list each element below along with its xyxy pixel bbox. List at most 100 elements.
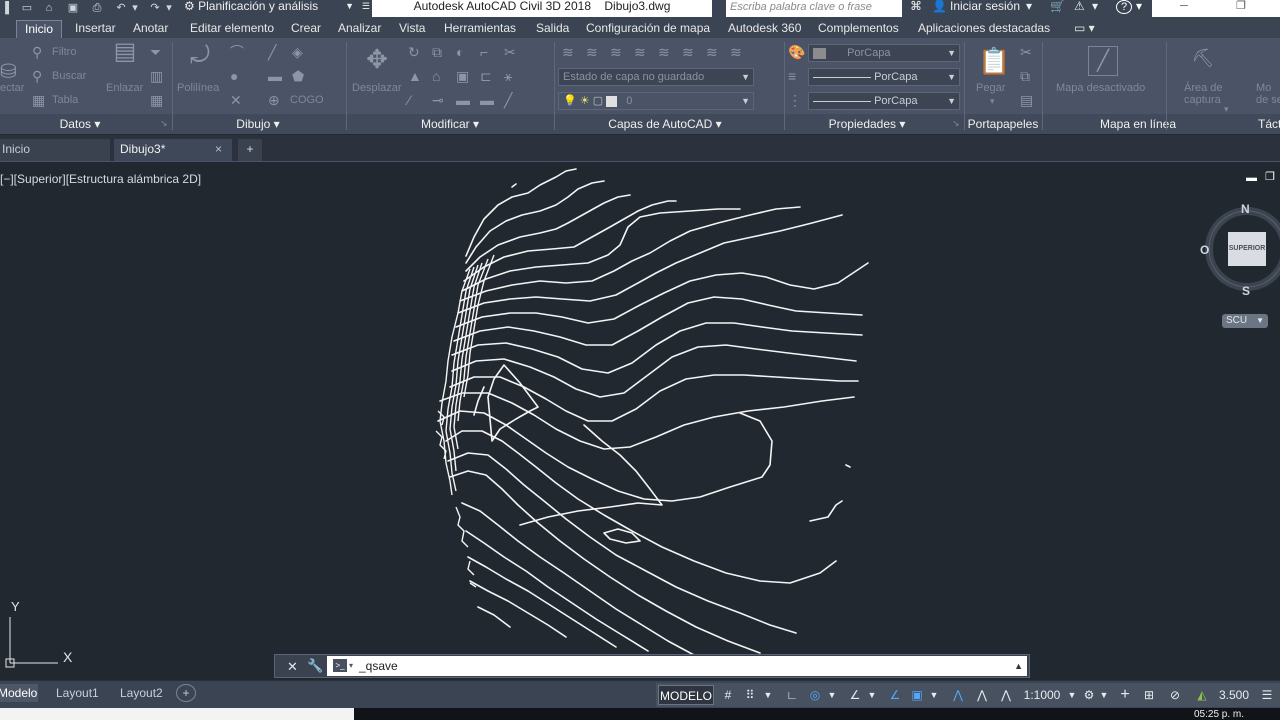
layer-icon-4[interactable]: ≋ <box>634 44 646 60</box>
help-chevron-icon[interactable]: ▾ <box>1136 0 1142 13</box>
panel-title-dibujo[interactable]: Dibujo ▾ <box>200 116 316 132</box>
break-icon[interactable]: ▬ <box>456 92 470 108</box>
annotation-monitor-icon[interactable]: + <box>1116 685 1134 705</box>
captura-chevron-icon[interactable]: ▾ <box>1224 104 1229 115</box>
annotation-visibility-icon[interactable]: ⋀ <box>948 685 968 705</box>
trim-icon[interactable]: ✂ <box>504 44 516 60</box>
compass-north[interactable]: N <box>1241 202 1250 216</box>
lengthen-icon[interactable]: ╱ <box>504 92 512 108</box>
copy-base-icon[interactable]: ▤ <box>1020 92 1033 108</box>
undo-dropdown-icon[interactable]: ▾ <box>128 1 142 15</box>
copy-clip-icon[interactable]: ⧉ <box>1020 68 1030 84</box>
application-menu-icon[interactable]: ▌ <box>2 1 16 15</box>
panel-title-datos[interactable]: Datos ▾ <box>20 116 140 132</box>
fillet-icon[interactable]: ⌐ <box>480 44 488 60</box>
undo-icon[interactable]: ↶ <box>114 1 128 15</box>
tab-configuracion-de-mapa[interactable]: Configuración de mapa <box>586 20 710 38</box>
osnap-tracking-chevron-icon[interactable]: ▼ <box>866 685 878 705</box>
command-prompt-icon[interactable]: >_ <box>333 659 347 672</box>
workspace-selector[interactable]: ⚙ Planificación y análisis ▼ ☰ <box>180 0 372 17</box>
paste-icon[interactable]: 📋 <box>978 46 1010 76</box>
customization-icon[interactable]: ☰ <box>1258 685 1276 705</box>
object-snap-tracking-icon[interactable]: ∠ <box>846 685 864 705</box>
scale-icon[interactable]: ⌂ <box>432 68 440 84</box>
layer-icon-7[interactable]: ≋ <box>706 44 718 60</box>
stretch-icon[interactable]: ▲ <box>408 68 422 84</box>
redo-dropdown-icon[interactable]: ▾ <box>162 1 176 15</box>
panel-title-capas[interactable]: Capas de AutoCAD ▾ <box>600 116 730 132</box>
object-snap-icon[interactable]: ▣ <box>908 685 926 705</box>
command-history-chevron-icon[interactable]: ▾ <box>349 656 353 676</box>
join-icon[interactable]: ⊸ <box>432 92 444 108</box>
command-input[interactable]: >_ ▾ _qsave ▲ <box>327 656 1027 676</box>
add-layout-icon[interactable]: + <box>176 684 196 702</box>
panel-title-mapa[interactable]: Mapa en línea <box>1080 116 1196 132</box>
tab-analizar[interactable]: Analizar <box>338 20 381 38</box>
filter-icon[interactable]: ⚲ <box>32 44 42 60</box>
snap-chevron-icon[interactable]: ▼ <box>762 685 774 705</box>
data-icon-2[interactable]: ▥ <box>150 68 163 84</box>
linetype-dropdown[interactable]: PorCapa ▼ <box>808 68 960 86</box>
restore-window-icon[interactable]: ❐ <box>1236 0 1246 13</box>
compass-west[interactable]: O <box>1200 243 1209 257</box>
taskbar-search[interactable] <box>0 708 354 720</box>
link-icon[interactable]: ▤ <box>112 40 138 64</box>
ribbon-toggle-icon[interactable]: ▭ ▾ <box>1074 20 1095 38</box>
panel-title-propiedades[interactable]: Propiedades ▾ <box>812 116 922 132</box>
isolate-objects-icon[interactable]: ⊘ <box>1166 685 1184 705</box>
capture-area-icon[interactable]: ⛏ <box>1190 49 1216 67</box>
extend-icon[interactable]: ⁄ <box>408 92 410 108</box>
layer-icon-8[interactable]: ≋ <box>730 44 742 60</box>
tab-crear[interactable]: Crear <box>291 20 321 38</box>
binoculars-icon[interactable]: ⌘ <box>910 0 922 13</box>
polar-tracking-icon[interactable]: ◎ <box>806 685 824 705</box>
tab-autodesk-360[interactable]: Autodesk 360 <box>728 20 801 38</box>
tab-aplicaciones-destacadas[interactable]: Aplicaciones destacadas <box>918 20 1050 38</box>
drawing-canvas[interactable]: [−][Superior][Estructura alámbrica 2D] ▬… <box>0 161 1280 680</box>
lineweight-icon[interactable]: ⋮ <box>788 92 802 108</box>
funnel-icon[interactable]: ⏷ <box>150 44 161 60</box>
offset-icon[interactable]: ⊏ <box>480 68 492 84</box>
move-icon[interactable]: ✥ <box>362 44 392 74</box>
copy-icon[interactable]: ⧉ <box>432 44 442 60</box>
scale-chevron-icon[interactable]: ▼ <box>1066 685 1078 705</box>
cut-icon[interactable]: ✂ <box>1020 44 1032 60</box>
layer-icon-5[interactable]: ≋ <box>658 44 670 60</box>
buscar-label[interactable]: Buscar <box>52 70 86 82</box>
auto-scale-icon[interactable]: ⋀ <box>972 685 992 705</box>
color-dropdown[interactable]: PorCapa ▼ <box>808 44 960 62</box>
xline-icon[interactable]: ✕ <box>230 92 242 108</box>
layer-icon-6[interactable]: ≋ <box>682 44 694 60</box>
layout-tab-modelo[interactable]: Modelo <box>0 684 38 702</box>
tabla-label[interactable]: Tabla <box>52 94 78 106</box>
filtro-label[interactable]: Filtro <box>52 46 76 58</box>
polyline-icon[interactable]: ⤾ <box>186 44 214 68</box>
annotation-value[interactable]: 3.500 <box>1216 685 1252 705</box>
cogo-label[interactable]: COGO <box>290 94 324 106</box>
panel-title-portapapeles[interactable]: Portapapeles <box>966 116 1040 132</box>
explode-icon[interactable]: ⚹ <box>504 68 512 84</box>
viewcube-top-face[interactable]: SUPERIOR <box>1228 232 1266 266</box>
rotate-icon[interactable]: ↻ <box>408 44 420 60</box>
match-properties-icon[interactable]: 🎨 <box>788 44 805 60</box>
search-input[interactable]: Escriba palabra clave o frase <box>712 0 902 17</box>
close-tab-icon[interactable]: × <box>215 139 222 159</box>
hardware-acceleration-icon[interactable]: ◭ <box>1192 685 1212 705</box>
data-icon-3[interactable]: ▦ <box>150 92 163 108</box>
lineweight-dropdown[interactable]: PorCapa ▼ <box>808 92 960 110</box>
sign-in-chevron-icon[interactable]: ▾ <box>1026 0 1032 13</box>
panel-title-tactil[interactable]: Táct <box>1258 116 1280 132</box>
new-file-icon[interactable]: ▭ <box>20 1 34 15</box>
tab-inicio[interactable]: Inicio <box>16 20 63 38</box>
help-icon[interactable]: ? <box>1116 0 1132 14</box>
grid-icon[interactable]: # <box>720 685 736 705</box>
tab-vista[interactable]: Vista <box>399 20 425 38</box>
tab-salida[interactable]: Salida <box>536 20 569 38</box>
cogo-icon[interactable]: ⊕ <box>268 92 280 108</box>
tab-complementos[interactable]: Complementos <box>818 20 899 38</box>
units-icon[interactable]: ⊞ <box>1140 685 1158 705</box>
file-tab-dibujo3[interactable]: Dibujo3* × <box>114 139 232 161</box>
linetype-icon[interactable]: ≡ <box>788 68 796 84</box>
panel-title-modificar[interactable]: Modificar ▾ <box>390 116 510 132</box>
edit-polyline-icon[interactable]: ▬ <box>480 92 494 108</box>
